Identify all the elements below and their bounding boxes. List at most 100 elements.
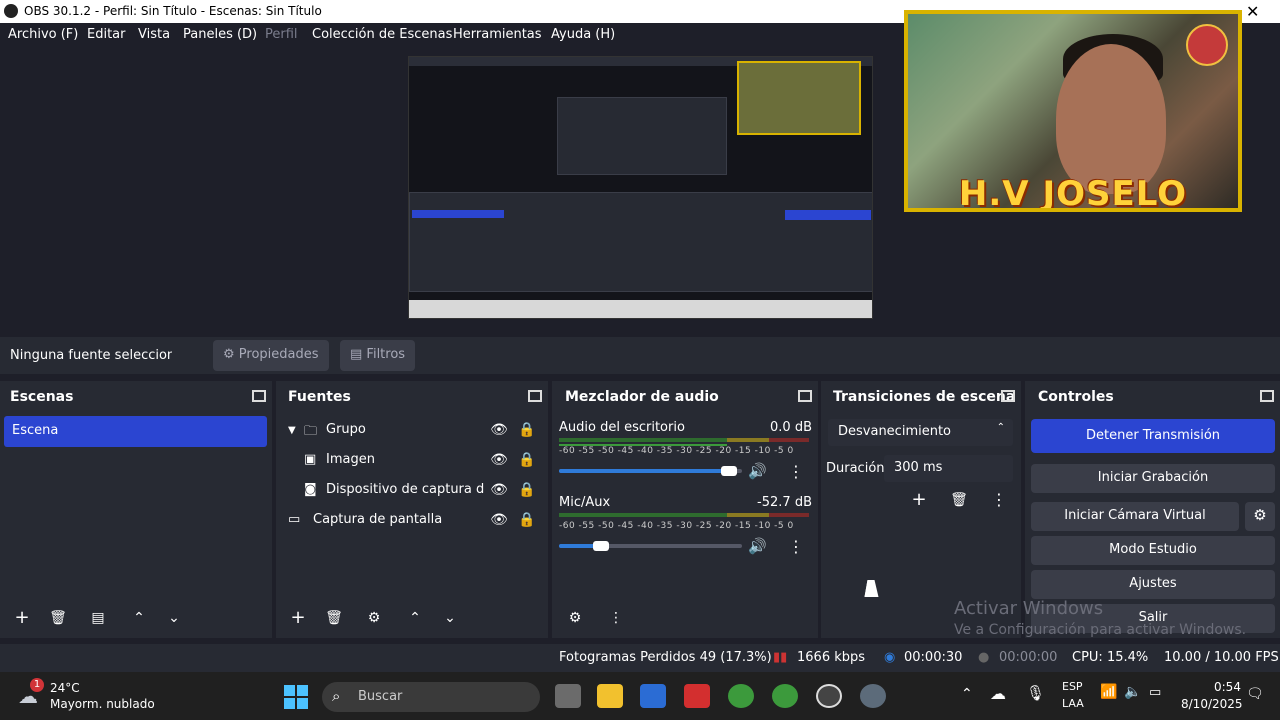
transitions-title: Transiciones de escena bbox=[833, 389, 1016, 405]
search-placeholder: Buscar bbox=[358, 689, 403, 704]
float-dock-icon[interactable] bbox=[252, 390, 266, 402]
scene-filters-button[interactable]: ▤ bbox=[85, 606, 111, 632]
settings-button[interactable]: Ajustes bbox=[1031, 570, 1275, 599]
menu-vista[interactable]: Vista bbox=[138, 27, 170, 42]
lock-icon[interactable]: 🔒 bbox=[518, 512, 536, 530]
duration-spinbox[interactable]: 300 ms bbox=[884, 455, 1013, 482]
mini-webcam bbox=[737, 61, 861, 135]
notifications-icon[interactable]: 🗨 bbox=[1246, 686, 1264, 702]
remove-source-button[interactable]: 🗑 bbox=[321, 606, 347, 632]
add-scene-button[interactable]: + bbox=[9, 606, 35, 632]
language-code[interactable]: ESP bbox=[1062, 680, 1083, 693]
float-dock-icon[interactable] bbox=[798, 390, 812, 402]
move-down-button[interactable]: ⌄ bbox=[161, 606, 187, 632]
lock-icon[interactable]: 🔒 bbox=[518, 452, 536, 470]
search-box[interactable]: ⌕ Buscar bbox=[322, 682, 540, 712]
record-icon: ● bbox=[978, 650, 990, 665]
settings-gear-icon[interactable] bbox=[860, 684, 886, 708]
virtual-camera-settings-icon[interactable]: ⚙ bbox=[1245, 502, 1275, 531]
chevron-updown-icon: ⌃ bbox=[996, 422, 1005, 433]
preview-canvas[interactable] bbox=[408, 56, 873, 319]
clock-date[interactable]: 8/10/2025 bbox=[1181, 697, 1243, 711]
menu-herramientas[interactable]: Herramientas bbox=[453, 27, 542, 42]
speaker-icon[interactable]: 🔊 bbox=[748, 537, 767, 555]
wps-icon[interactable] bbox=[684, 684, 710, 708]
advanced-audio-button[interactable]: ⚙ bbox=[562, 606, 588, 632]
close-icon[interactable]: ✕ bbox=[1246, 2, 1259, 21]
expand-icon[interactable]: ▼ bbox=[288, 425, 296, 436]
sources-title: Fuentes bbox=[288, 389, 351, 405]
obs-icon[interactable] bbox=[816, 684, 842, 708]
volume-slider-knob[interactable] bbox=[721, 466, 737, 476]
weather-temp[interactable]: 24°C bbox=[50, 681, 80, 695]
menu-ayuda[interactable]: Ayuda (H) bbox=[551, 27, 615, 42]
move-up-button[interactable]: ⌃ bbox=[402, 606, 428, 632]
menu-coleccion-escenas[interactable]: Colección de Escenas bbox=[312, 27, 452, 42]
transition-select[interactable]: Desvanecimiento ⌃ bbox=[828, 419, 1013, 446]
mini-docks bbox=[409, 192, 872, 292]
menu-perfil[interactable]: Perfil bbox=[265, 27, 298, 42]
lock-icon[interactable]: 🔒 bbox=[518, 422, 536, 440]
remove-scene-button[interactable]: 🗑 bbox=[45, 606, 71, 632]
weather-desc[interactable]: Mayorm. nublado bbox=[50, 697, 155, 711]
mixer-channel-desktop: Audio del escritorio 0.0 dB -60 -55 -50 … bbox=[559, 420, 812, 485]
webcam-source[interactable]: H.V JOSELO bbox=[904, 10, 1242, 212]
properties-button[interactable]: ⚙ Propiedades bbox=[213, 340, 329, 371]
lock-icon[interactable]: 🔒 bbox=[518, 482, 536, 500]
start-recording-button[interactable]: Iniciar Grabación bbox=[1031, 464, 1275, 493]
channel-menu-icon[interactable]: ⋮ bbox=[788, 462, 804, 481]
remove-transition-button[interactable]: 🗑 bbox=[946, 488, 972, 514]
keyboard-layout[interactable]: LAA bbox=[1062, 697, 1084, 710]
wifi-icon[interactable]: 📶 bbox=[1100, 684, 1117, 700]
battery-icon[interactable]: ▭ bbox=[1149, 685, 1161, 700]
volume-meter-mid bbox=[727, 438, 769, 442]
mixer-title: Mezclador de audio bbox=[565, 389, 719, 405]
windows-start-icon[interactable] bbox=[284, 685, 308, 709]
task-view-icon[interactable] bbox=[555, 684, 581, 708]
source-settings-button[interactable]: ⚙ bbox=[361, 606, 387, 632]
mixer-menu-icon[interactable]: ⋮ bbox=[603, 606, 629, 632]
move-down-button[interactable]: ⌄ bbox=[437, 606, 463, 632]
menu-editar[interactable]: Editar bbox=[87, 27, 126, 42]
channel-menu-icon[interactable]: ⋮ bbox=[788, 537, 804, 556]
volume-slider-knob[interactable] bbox=[593, 541, 609, 551]
stop-stream-button[interactable]: Detener Transmisión bbox=[1031, 419, 1275, 453]
clock-time[interactable]: 0:54 bbox=[1214, 680, 1241, 694]
chrome-icon[interactable] bbox=[728, 684, 754, 708]
mini-stream-highlight bbox=[785, 210, 871, 220]
float-dock-icon[interactable] bbox=[528, 390, 542, 402]
start-virtual-camera-button[interactable]: Iniciar Cámara Virtual bbox=[1031, 502, 1239, 531]
eye-icon[interactable]: 👁 bbox=[490, 422, 508, 440]
store-icon[interactable] bbox=[640, 684, 666, 708]
chrome-profile-icon[interactable] bbox=[772, 684, 798, 708]
speaker-icon[interactable]: 🔊 bbox=[748, 462, 767, 480]
menu-archivo[interactable]: Archivo (F) bbox=[8, 27, 78, 42]
transition-menu-icon[interactable]: ⋮ bbox=[986, 488, 1012, 514]
filters-button[interactable]: ▤ Filtros bbox=[340, 340, 416, 371]
move-up-button[interactable]: ⌃ bbox=[126, 606, 152, 632]
source-row-group[interactable]: ▼ 🗀 Grupo 👁 🔒 bbox=[280, 416, 546, 446]
volume-icon[interactable]: 🔈 bbox=[1124, 684, 1141, 700]
eye-icon[interactable]: 👁 bbox=[490, 452, 508, 470]
float-dock-icon[interactable] bbox=[1001, 390, 1015, 402]
volume-meter-high bbox=[769, 438, 809, 442]
add-transition-button[interactable]: + bbox=[906, 488, 932, 514]
chevron-up-icon[interactable]: ⌃ bbox=[961, 686, 973, 702]
source-row-screen-capture[interactable]: ▭ Captura de pantalla 👁 🔒 bbox=[280, 506, 546, 536]
eye-icon[interactable]: 👁 bbox=[490, 482, 508, 500]
add-source-button[interactable]: + bbox=[285, 606, 311, 632]
eye-icon[interactable]: 👁 bbox=[490, 512, 508, 530]
file-explorer-icon[interactable] bbox=[597, 684, 623, 708]
onedrive-icon[interactable]: ☁ bbox=[990, 684, 1006, 703]
source-row-capture-device[interactable]: ◙ Dispositivo de captura de v 👁 🔒 bbox=[280, 476, 546, 506]
microphone-icon[interactable]: 🎙 bbox=[1026, 684, 1045, 702]
gear-icon: ⚙ bbox=[223, 347, 239, 362]
scene-item[interactable]: Escena bbox=[4, 416, 267, 447]
float-dock-icon[interactable] bbox=[1260, 390, 1274, 402]
status-bar: Fotogramas Perdidos 49 (17.3%) ▮▮ 1666 k… bbox=[0, 644, 1280, 672]
activation-watermark-title: Activar Windows bbox=[954, 598, 1104, 619]
image-icon: ▣ bbox=[304, 452, 317, 467]
studio-mode-button[interactable]: Modo Estudio bbox=[1031, 536, 1275, 565]
source-row-image[interactable]: ▣ Imagen 👁 🔒 bbox=[280, 446, 546, 476]
menu-paneles[interactable]: Paneles (D) bbox=[183, 27, 257, 42]
